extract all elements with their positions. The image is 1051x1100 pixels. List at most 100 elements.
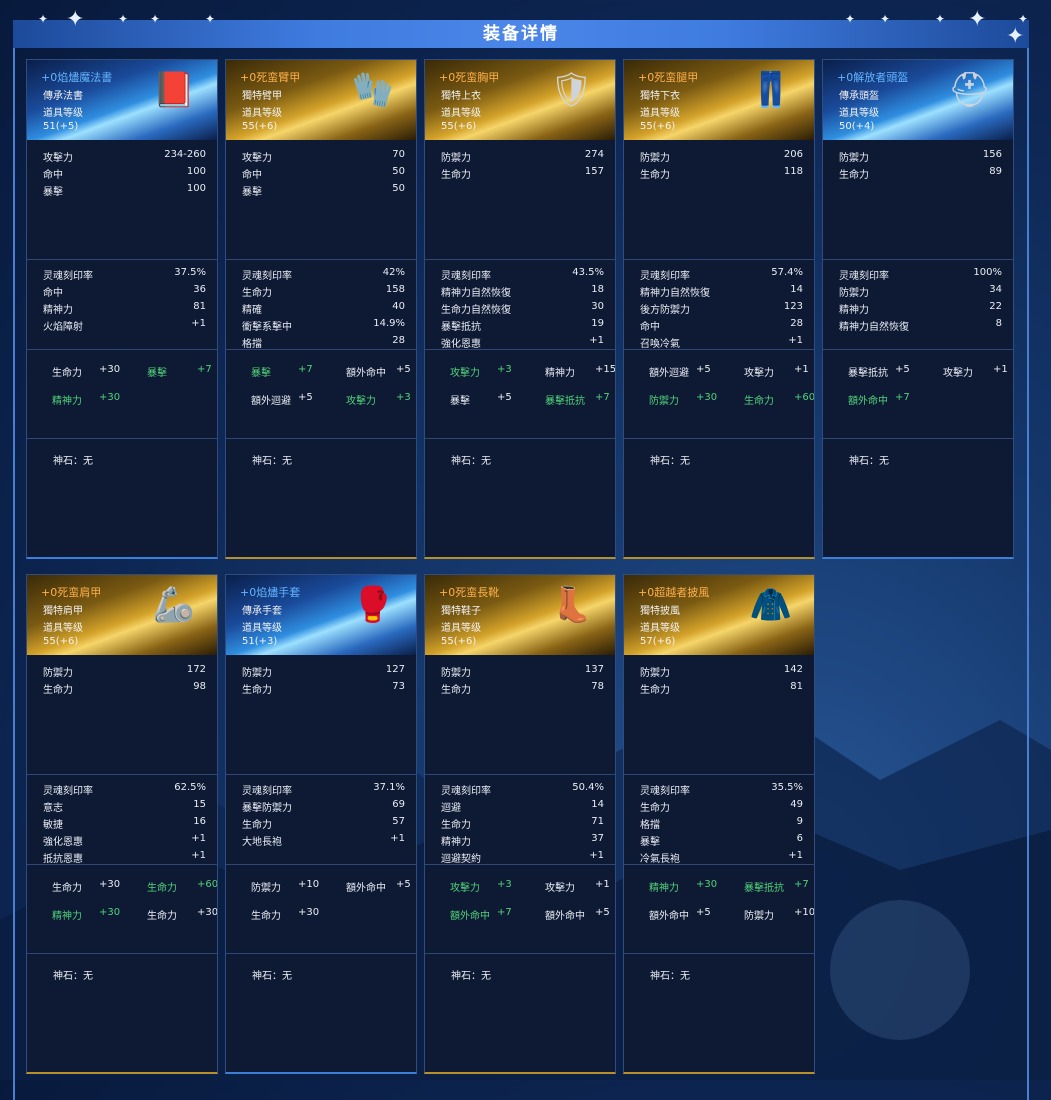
stat-value: 123 (783, 301, 803, 312)
soul-stat-row: 灵魂刻印率 37.1% (242, 782, 405, 798)
stat-value: 69 (392, 799, 405, 810)
equipment-card[interactable]: +0焰燼魔法書 傳承法書 道具等级 51(+5) 📕 攻擊力 234-260 命中 100 暴擊 1… (26, 59, 218, 559)
equipment-card[interactable]: +0死蛮長靴 獨特鞋子 道具等级 55(+6) 👢 防禦力 137 生命力 78 灵魂刻印率 50.… (424, 574, 616, 1074)
bonus-stat-value: +5 (396, 879, 411, 890)
stat-value: 14.9% (373, 318, 405, 329)
equipment-card[interactable]: +0死蛮胸甲 獨特上衣 道具等级 55(+6) 🛡 防禦力 274 生命力 157 灵魂刻印率 43… (424, 59, 616, 559)
card-header: +0超越者披風 獨特披風 道具等级 57(+6) 🧥 (624, 575, 814, 655)
item-type: 獨特臂甲 (242, 91, 282, 102)
bonus-stat-value: +1 (794, 364, 809, 375)
soul-stat-row: 精神力 81 (43, 301, 206, 317)
stat-name: 迴避契約 (441, 854, 481, 865)
base-stat-row: 生命力 73 (242, 681, 405, 697)
stat-value: 137 (584, 664, 604, 675)
bonus-stat-value: +3 (497, 879, 512, 890)
god-stone-label: 神石：无 (53, 456, 93, 467)
section-divider (226, 438, 416, 439)
soul-stat-row: 灵魂刻印率 37.5% (43, 267, 206, 283)
item-type: 獨特肩甲 (43, 606, 83, 617)
bonus-stat-name: 精神力 (52, 396, 82, 407)
stat-name: 生命力 (640, 803, 670, 814)
item-level: 55(+6) (640, 121, 676, 132)
stat-name: 生命力 (242, 685, 272, 696)
sparkle-icon: ✦ (150, 12, 161, 26)
bonus-stat-value: +5 (396, 364, 411, 375)
card-header: +0死蛮臂甲 獨特臂甲 道具等级 55(+6) 🧤 (226, 60, 416, 140)
stat-name: 生命力 (640, 170, 670, 181)
item-type: 傳承頭盔 (839, 91, 879, 102)
stat-name: 生命力 (43, 685, 73, 696)
item-level-label: 道具等级 (43, 623, 83, 634)
god-stone-label: 神石：无 (451, 971, 491, 982)
bonus-stat-name: 暴擊 (251, 368, 271, 379)
item-name: +0解放者頭盔 (837, 71, 909, 84)
base-stat-row: 防禦力 127 (242, 664, 405, 680)
base-stat-row: 暴擊 50 (242, 183, 405, 199)
bonus-stat-value: +5 (298, 392, 313, 403)
base-stat-row: 命中 100 (43, 166, 206, 182)
bonus-stat-value: +7 (497, 907, 512, 918)
soul-stat-row: 暴擊抵抗 19 (441, 318, 604, 334)
stat-name: 暴擊 (242, 187, 262, 198)
stat-value: 70 (392, 149, 405, 160)
soul-stat-row: 精神力自然恢復 14 (640, 284, 803, 300)
stat-name: 後方防禦力 (640, 305, 690, 316)
equipment-card[interactable]: +0死蛮肩甲 獨特肩甲 道具等级 55(+6) 🦾 防禦力 172 生命力 98 灵魂刻印率 62.… (26, 574, 218, 1074)
god-stone-label: 神石：无 (650, 971, 690, 982)
equipment-card[interactable]: +0解放者頭盔 傳承頭盔 道具等级 50(+4) ⛑ 防禦力 156 生命力 89 灵魂刻印率 10… (822, 59, 1014, 559)
stat-value: 81 (193, 301, 206, 312)
soul-stat-row: 生命力 57 (242, 816, 405, 832)
glove-icon: 🥊 (351, 585, 394, 625)
section-divider (425, 349, 615, 350)
equipment-card[interactable]: +0焰燼手套 傳承手套 道具等级 51(+3) 🥊 防禦力 127 生命力 73 灵魂刻印率 37.… (225, 574, 417, 1074)
item-name: +0死蛮胸甲 (439, 71, 500, 84)
bonus-stat-value: +30 (99, 364, 121, 375)
bonus-stat-name: 生命力 (52, 368, 82, 379)
equipment-card[interactable]: +0死蛮腿甲 獨特下衣 道具等级 55(+6) 👖 防禦力 206 生命力 118 灵魂刻印率 57… (623, 59, 815, 559)
bonus-stat-value: +15 (595, 364, 616, 375)
boots-icon: 👢 (550, 585, 593, 625)
soul-stat-row: 迴避 14 (441, 799, 604, 815)
soul-stat-row: 生命力 158 (242, 284, 405, 300)
stat-name: 灵魂刻印率 (43, 786, 93, 797)
section-divider (226, 953, 416, 954)
bonus-stat-value: +3 (497, 364, 512, 375)
section-divider (226, 864, 416, 865)
card-header: +0焰燼魔法書 傳承法書 道具等级 51(+5) 📕 (27, 60, 217, 140)
section-divider (624, 438, 814, 439)
soul-stat-row: 生命力 49 (640, 799, 803, 815)
stat-name: 命中 (242, 170, 262, 181)
item-level: 55(+6) (441, 121, 477, 132)
stat-name: 灵魂刻印率 (839, 271, 889, 282)
bonus-stat-name: 生命力 (251, 911, 281, 922)
stat-value: 18 (591, 284, 604, 295)
soul-stat-row: 衝擊系擊中 14.9% (242, 318, 405, 334)
soul-stat-row: 後方防禦力 123 (640, 301, 803, 317)
stat-name: 生命力 (441, 820, 471, 831)
chest-armor-icon: 🛡 (549, 70, 593, 110)
base-stat-row: 生命力 157 (441, 166, 604, 182)
bonus-stat-name: 生命力 (52, 883, 82, 894)
soul-stat-row: 精神力自然恢復 8 (839, 318, 1002, 334)
soul-stat-row: 生命力 71 (441, 816, 604, 832)
bonus-stat-value: +1 (993, 364, 1008, 375)
equipment-card[interactable]: +0死蛮臂甲 獨特臂甲 道具等级 55(+6) 🧤 攻擊力 70 命中 50 暴擊 50 灵魂刻印率 4… (225, 59, 417, 559)
bonus-stat-name: 攻擊力 (943, 368, 973, 379)
item-level: 55(+6) (242, 121, 278, 132)
stat-name: 生命力 (242, 820, 272, 831)
bonus-stat-name: 攻擊力 (450, 883, 480, 894)
stat-value: 73 (392, 681, 405, 692)
soul-stat-row: 灵魂刻印率 62.5% (43, 782, 206, 798)
stat-value: 28 (392, 335, 405, 346)
section-divider (226, 774, 416, 775)
stat-name: 格擋 (242, 339, 262, 350)
stat-value: 8 (995, 318, 1002, 329)
stat-value: 274 (584, 149, 604, 160)
stat-value: 89 (989, 166, 1002, 177)
stat-value: 6 (796, 833, 803, 844)
bonus-stat-name: 暴擊 (450, 396, 470, 407)
item-level-label: 道具等级 (441, 108, 481, 119)
bonus-stat-name: 額外命中 (346, 368, 386, 379)
bonus-stat-value: +30 (197, 907, 218, 918)
equipment-card[interactable]: +0超越者披風 獨特披風 道具等级 57(+6) 🧥 防禦力 142 生命力 81 灵魂刻印率 35… (623, 574, 815, 1074)
